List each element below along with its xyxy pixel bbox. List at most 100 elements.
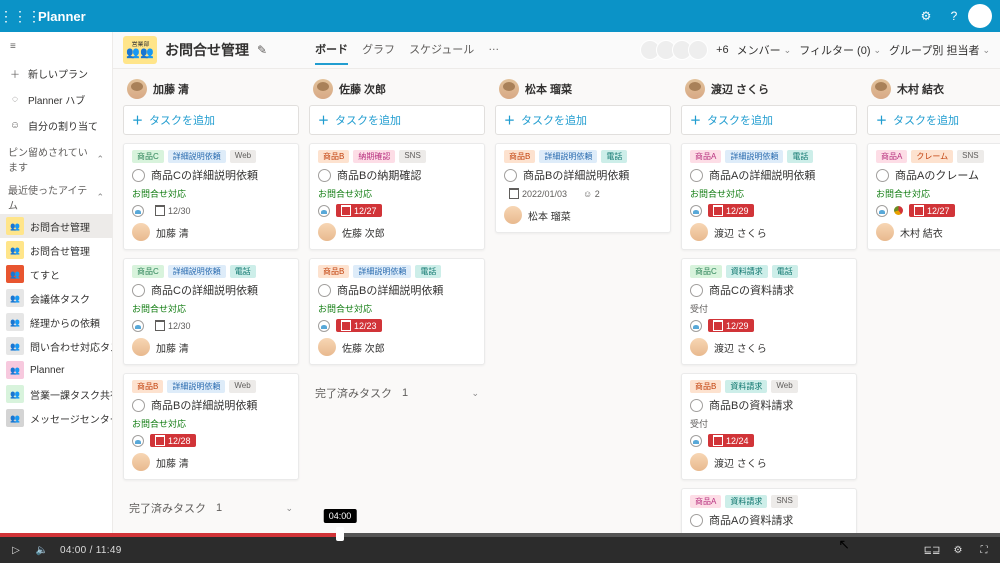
complete-circle-icon[interactable]	[690, 169, 703, 182]
column-header[interactable]: 木村 結衣	[867, 77, 1000, 105]
complete-circle-icon[interactable]	[132, 284, 145, 297]
calendar-icon	[155, 435, 165, 446]
task-card[interactable]: 商品B詳細説明依頼電話商品Bの詳細説明依頼 2022/01/03☺ 2松本 瑠菜	[495, 143, 671, 233]
assigned-to-me-link[interactable]: ☺自分の割り当て	[0, 112, 112, 138]
assignee-avatar	[690, 338, 708, 356]
add-task-button[interactable]: ＋タスクを追加	[309, 105, 485, 135]
groupby-dropdown[interactable]: グループ別 担当者⌄	[889, 42, 990, 58]
sidebar-plan-item[interactable]: 👥てすと	[0, 262, 112, 286]
complete-circle-icon[interactable]	[318, 284, 331, 297]
settings-icon[interactable]: ⚙	[912, 2, 940, 30]
complete-circle-icon[interactable]	[876, 169, 889, 182]
complete-circle-icon[interactable]	[132, 169, 145, 182]
task-card[interactable]: 商品B詳細説明依頼Web商品Bの詳細説明依頼お問合せ対応 12/28加藤 清	[123, 373, 299, 480]
task-card[interactable]: 商品C詳細説明依頼Web商品Cの詳細説明依頼お問合せ対応 12/30加藤 清	[123, 143, 299, 250]
tag: 商品B	[318, 150, 349, 163]
calendar-icon	[509, 188, 519, 199]
card-tags: 商品C詳細説明依頼Web	[132, 150, 290, 163]
tab-schedule[interactable]: スケジュール	[409, 35, 474, 65]
play-icon[interactable]: ▷	[8, 542, 24, 558]
task-card[interactable]: 商品C資料請求電話商品Cの資料請求受付 12/29渡辺 さくら	[681, 258, 857, 365]
video-progress[interactable]: 04:00	[0, 533, 1000, 537]
column-header[interactable]: 渡辺 さくら	[681, 77, 857, 105]
tag: 資料請求	[725, 495, 767, 508]
video-scrubber[interactable]	[336, 527, 344, 541]
tag: 電話	[230, 265, 256, 278]
progress-icon	[690, 205, 702, 217]
plus-icon: ＋	[504, 112, 515, 128]
complete-circle-icon[interactable]	[504, 169, 517, 182]
edit-title-icon[interactable]: ✎	[257, 43, 267, 57]
complete-circle-icon[interactable]	[690, 514, 703, 527]
bucket-name: 渡辺 さくら	[711, 81, 769, 97]
card-assignee: 渡辺 さくら	[690, 223, 848, 241]
card-tags: 商品B詳細説明依頼Web	[132, 380, 290, 393]
card-title-row: 商品Aの詳細説明依頼	[690, 167, 848, 183]
bucket-name: 木村 結衣	[897, 81, 944, 97]
task-card[interactable]: 商品A資料請求SNS商品Aの資料請求受付 12/28渡辺 さくら	[681, 488, 857, 537]
card-meta: 12/28	[132, 434, 290, 447]
member-avatars[interactable]	[644, 40, 708, 60]
task-card[interactable]: 商品B納期確認SNS商品Bの納期確認お問合せ対応 12/27佐藤 次郎	[309, 143, 485, 250]
card-meta: 12/30	[132, 319, 290, 332]
sidebar-plan-item[interactable]: 👥 経理からの依頼	[0, 310, 112, 334]
completed-tasks-toggle[interactable]: 完了済みタスク1⌄	[309, 377, 485, 409]
sidebar-plan-item[interactable]: 👥お問合せ管理	[0, 238, 112, 262]
sidebar-plan-item[interactable]: 👥会議体タスク	[0, 286, 112, 310]
tab-chart[interactable]: グラフ	[362, 35, 395, 65]
add-task-label: タスクを追加	[707, 112, 773, 128]
assignee-avatar	[132, 223, 150, 241]
members-dropdown[interactable]: メンバー⌄	[737, 42, 792, 58]
add-task-button[interactable]: ＋タスクを追加	[123, 105, 299, 135]
tab-more-icon[interactable]: …	[488, 35, 499, 65]
card-meta: 12/29	[690, 204, 848, 217]
tag: 詳細説明依頼	[168, 150, 226, 163]
add-task-button[interactable]: ＋タスクを追加	[495, 105, 671, 135]
column-header[interactable]: 松本 瑠菜	[495, 77, 671, 105]
column-header[interactable]: 加藤 清	[123, 77, 299, 105]
plan-color-icon: 👥	[6, 313, 24, 331]
user-avatar[interactable]	[968, 4, 992, 28]
card-tags: 商品C詳細説明依頼電話	[132, 265, 290, 278]
completed-tasks-toggle[interactable]: 完了済みタスク1⌄	[123, 492, 299, 524]
task-card[interactable]: 商品B詳細説明依頼電話商品Bの詳細説明依頼お問合せ対応 12/23佐藤 次郎	[309, 258, 485, 365]
filter-dropdown[interactable]: フィルター (0)⌄	[799, 42, 881, 58]
complete-circle-icon[interactable]	[132, 399, 145, 412]
sidebar-plan-item[interactable]: 👥メッセージセンター情...	[0, 406, 112, 430]
complete-circle-icon[interactable]	[690, 399, 703, 412]
captions-icon[interactable]: ⊑⊒	[924, 542, 940, 558]
chevron-down-icon: ⌄	[874, 45, 882, 56]
sidebar-plan-item[interactable]: 👥お問合せ管理	[0, 214, 112, 238]
column-header[interactable]: 佐藤 次郎	[309, 77, 485, 105]
volume-icon[interactable]: 🔈	[34, 542, 50, 558]
new-plan-button[interactable]: ＋新しいプラン	[0, 60, 112, 86]
help-icon[interactable]: ?	[940, 2, 968, 30]
sidebar-plan-item[interactable]: 👥Planner	[0, 358, 112, 382]
task-card[interactable]: 商品AクレームSNS商品Aのクレームお問合せ対応 12/27木村 結衣	[867, 143, 1000, 250]
complete-circle-icon[interactable]	[690, 284, 703, 297]
plan-item-label: 経理からの依頼	[30, 315, 100, 330]
assignee-name: 渡辺 さくら	[714, 455, 767, 470]
card-title-row: 商品Bの資料請求	[690, 397, 848, 413]
planner-hub-link[interactable]: ◌Planner ハブ	[0, 86, 112, 112]
video-settings-icon[interactable]: ⚙	[950, 542, 966, 558]
fullscreen-icon[interactable]: ⛶	[976, 542, 992, 558]
board-columns: 加藤 清 ＋ タスクを追加商品C詳細説明依頼Web商品Cの詳細説明依頼お問合せ対応…	[113, 69, 1000, 537]
sidebar-plan-item[interactable]: 👥問い合わせ対応タスク	[0, 334, 112, 358]
sidebar-plan-item[interactable]: 👥営業一課タスク共有	[0, 382, 112, 406]
tag: 詳細説明依頼	[167, 380, 225, 393]
add-task-button[interactable]: ＋タスクを追加	[867, 105, 1000, 135]
add-task-button[interactable]: ＋ タスクを追加	[681, 105, 857, 135]
complete-circle-icon[interactable]	[318, 169, 331, 182]
sidebar-collapse-icon[interactable]: ≡	[0, 32, 112, 60]
plus-icon: ＋	[690, 112, 701, 128]
task-card[interactable]: 商品A詳細説明依頼電話商品Aの詳細説明依頼お問合せ対応 12/29渡辺 さくら	[681, 143, 857, 250]
task-card[interactable]: 商品C詳細説明依頼電話商品Cの詳細説明依頼お問合せ対応 12/30加藤 清	[123, 258, 299, 365]
recent-section-header[interactable]: 最近使ったアイテム⌃	[0, 176, 112, 214]
tab-board[interactable]: ボード	[315, 35, 348, 65]
assignee-name: 木村 結衣	[900, 225, 943, 240]
tag: 商品A	[690, 150, 721, 163]
waffle-icon[interactable]: ⋮⋮⋮	[8, 4, 32, 28]
pinned-section-header[interactable]: ピン留めされています⌃	[0, 138, 112, 176]
task-card[interactable]: 商品B資料請求Web商品Bの資料請求受付 12/24渡辺 さくら	[681, 373, 857, 480]
